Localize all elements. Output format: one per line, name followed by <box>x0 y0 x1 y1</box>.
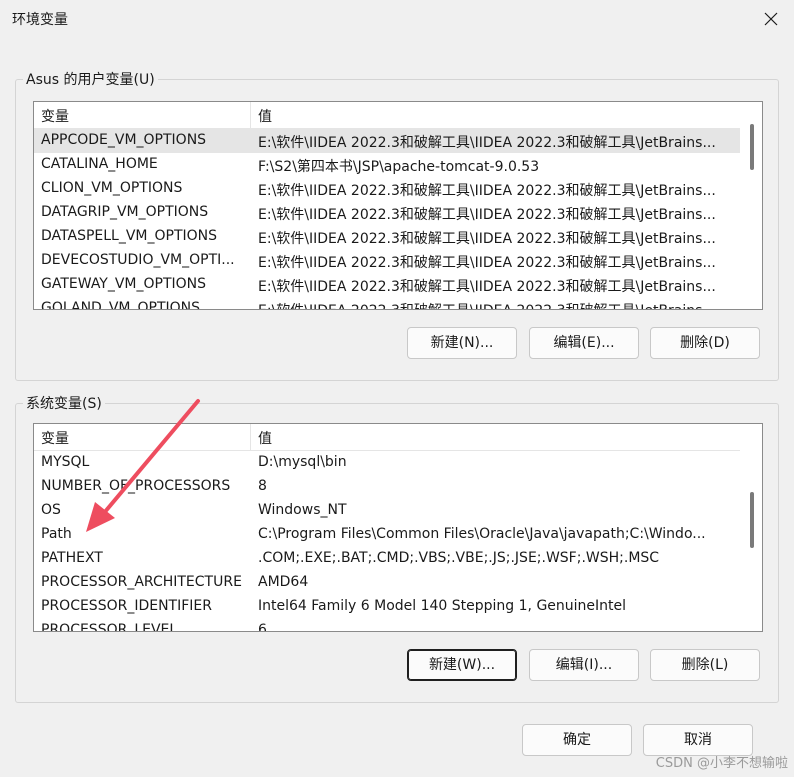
column-divider[interactable] <box>250 424 251 450</box>
variable-value-cell: E:\软件\IIDEA 2022.3和破解工具\IIDEA 2022.3和破解工… <box>258 279 716 295</box>
variable-name-cell: DEVECOSTUDIO_VM_OPTI... <box>41 252 235 268</box>
variable-name-cell: PATHEXT <box>41 550 103 566</box>
variable-value-cell: E:\软件\IIDEA 2022.3和破解工具\IIDEA 2022.3和破解工… <box>258 255 716 271</box>
table-row[interactable]: PROCESSOR_LEVEL 6 <box>34 619 762 632</box>
variable-value-cell: E:\软件\IIDEA 2022.3和破解工具\IIDEA 2022.3和破解工… <box>258 300 732 309</box>
window-title: 环境变量 <box>12 12 68 28</box>
title-bar: 环境变量 <box>0 0 794 38</box>
variable-name-cell: OS <box>41 502 61 518</box>
table-row[interactable]: PROCESSOR_IDENTIFIER Intel64 Family 6 Mod… <box>34 595 762 619</box>
variable-value-cell: E:\软件\IIDEA 2022.3和破解工具\IIDEA 2022.3和破解工… <box>258 231 716 247</box>
system-new-button[interactable]: 新建(W)... <box>407 649 517 681</box>
variable-value-cell: E:\软件\IIDEA 2022.3和破解工具\IIDEA 2022.3和破解工… <box>258 135 716 151</box>
variable-name-cell: DATASPELL_VM_OPTIONS <box>41 228 218 244</box>
table-row[interactable]: CLION_VM_OPTIONS E:\软件\IIDEA 2022.3和破解工具\… <box>34 177 762 201</box>
watermark: CSDN @小李不想输啦 <box>655 756 788 771</box>
system-vars-group-title: 系统变量(S) <box>23 393 105 413</box>
system-edit-button[interactable]: 编辑(I)... <box>529 649 639 681</box>
table-row[interactable]: DEVECOSTUDIO_VM_OPTI... E:\软件\IIDEA 2022.… <box>34 249 762 273</box>
variable-name-cell: CLION_VM_OPTIONS <box>41 180 183 196</box>
user-delete-button[interactable]: 删除(D) <box>650 327 760 359</box>
variable-name-cell: DATAGRIP_VM_OPTIONS <box>41 204 209 220</box>
scroll-thumb[interactable] <box>750 124 754 170</box>
column-header-variable[interactable]: 变量 <box>41 106 69 126</box>
close-icon <box>764 12 778 26</box>
variable-value-cell: C:\Program Files\Common Files\Oracle\Jav… <box>258 526 706 542</box>
variable-name-cell: GOLAND_VM_OPTIONS <box>41 300 200 310</box>
system-delete-button[interactable]: 删除(L) <box>650 649 760 681</box>
list-header: 变量 值 <box>34 102 762 129</box>
user-vars-list[interactable]: 变量 值 APPCODE_VM_OPTIONS E:\软件\IIDEA 2022.… <box>33 101 763 310</box>
variable-name-cell: APPCODE_VM_OPTIONS <box>41 132 207 148</box>
variable-value-cell: 8 <box>258 478 267 494</box>
scroll-thumb[interactable] <box>750 492 754 548</box>
table-row[interactable]: APPCODE_VM_OPTIONS E:\软件\IIDEA 2022.3和破解工… <box>34 129 762 153</box>
column-header-value[interactable]: 值 <box>258 106 272 126</box>
variable-value-cell: D:\mysql\bin <box>258 454 347 470</box>
table-row[interactable]: DATAGRIP_VM_OPTIONS E:\软件\IIDEA 2022.3和破解… <box>34 201 762 225</box>
list-header: 变量 值 <box>34 424 762 451</box>
table-row[interactable]: Path C:\Program Files\Common Files\Oracle… <box>34 523 762 547</box>
variable-value-cell: Intel64 Family 6 Model 140 Stepping 1, G… <box>258 598 627 614</box>
system-vars-list[interactable]: 变量 值 MYSQL D:\mysql\bin NUMBER_OF_PROCESSO… <box>33 423 763 632</box>
variable-value-cell: E:\软件\IIDEA 2022.3和破解工具\IIDEA 2022.3和破解工… <box>258 207 716 223</box>
table-row[interactable]: CATALINA_HOME F:\S2\第四本书\JSP\apache-tomca… <box>34 153 762 177</box>
column-header-value[interactable]: 值 <box>258 428 272 448</box>
user-edit-button[interactable]: 编辑(E)... <box>529 327 639 359</box>
variable-value-cell: Windows_NT <box>258 502 347 518</box>
variable-value-cell: .COM;.EXE;.BAT;.CMD;.VBS;.VBE;.JS;.JSE;.… <box>258 550 660 566</box>
variable-name-cell: Path <box>41 526 72 542</box>
variable-name-cell: PROCESSOR_ARCHITECTURE <box>41 574 242 590</box>
variable-name-cell: NUMBER_OF_PROCESSORS <box>41 478 231 494</box>
table-row[interactable]: OS Windows_NT <box>34 499 762 523</box>
variable-value-cell: 6 <box>258 622 267 632</box>
system-vars-scrollbar[interactable] <box>740 424 762 631</box>
column-header-variable[interactable]: 变量 <box>41 428 69 448</box>
table-row[interactable]: MYSQL D:\mysql\bin <box>34 451 762 475</box>
table-row[interactable]: NUMBER_OF_PROCESSORS 8 <box>34 475 762 499</box>
ok-button[interactable]: 确定 <box>522 724 632 756</box>
user-vars-group-title: Asus 的用户变量(U) <box>23 69 158 89</box>
variable-value-cell: E:\软件\IIDEA 2022.3和破解工具\IIDEA 2022.3和破解工… <box>258 183 716 199</box>
user-vars-scrollbar[interactable] <box>740 102 762 309</box>
table-row[interactable]: GATEWAY_VM_OPTIONS E:\软件\IIDEA 2022.3和破解工… <box>34 273 762 297</box>
variable-name-cell: MYSQL <box>41 454 90 470</box>
close-button[interactable] <box>748 0 794 38</box>
table-row[interactable]: PROCESSOR_ARCHITECTURE AMD64 <box>34 571 762 595</box>
user-new-button[interactable]: 新建(N)... <box>407 327 517 359</box>
variable-name-cell: CATALINA_HOME <box>41 156 158 172</box>
variable-value-cell: F:\S2\第四本书\JSP\apache-tomcat-9.0.53 <box>258 159 540 175</box>
table-row[interactable]: PATHEXT .COM;.EXE;.BAT;.CMD;.VBS;.VBE;.JS… <box>34 547 762 571</box>
variable-value-cell: AMD64 <box>258 574 309 590</box>
variable-name-cell: PROCESSOR_IDENTIFIER <box>41 598 212 614</box>
variable-name-cell: PROCESSOR_LEVEL <box>41 622 178 632</box>
column-divider[interactable] <box>250 102 251 128</box>
variable-name-cell: GATEWAY_VM_OPTIONS <box>41 276 207 292</box>
table-row[interactable]: GOLAND_VM_OPTIONS E:\软件\IIDEA 2022.3和破解工具… <box>34 297 762 310</box>
table-row[interactable]: DATASPELL_VM_OPTIONS E:\软件\IIDEA 2022.3和破… <box>34 225 762 249</box>
